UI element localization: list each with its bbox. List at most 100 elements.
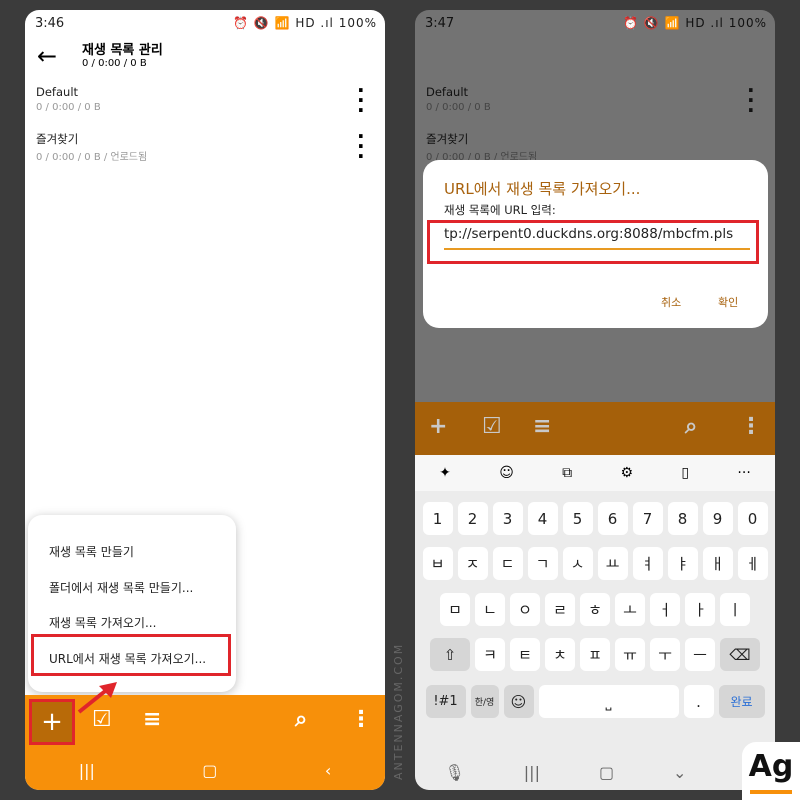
more-vert-icon[interactable]: · · · xyxy=(357,126,365,166)
key[interactable]: ㅐ xyxy=(702,547,733,580)
list-item[interactable]: Default 0 / 0:00 / 0 B · · · xyxy=(415,80,775,125)
dialog-title: URL에서 재생 목록 가져오기... xyxy=(444,180,641,198)
item-sub: 0 / 0:00 / 0 B xyxy=(426,102,491,113)
key[interactable]: ㅕ xyxy=(632,547,663,580)
key[interactable]: 7 xyxy=(632,502,663,535)
item-name: Default xyxy=(426,85,469,99)
keyboard-toolbar: ✦ ☺ ⧉ ⚙ ▯ ··· xyxy=(415,455,775,491)
key[interactable]: 1 xyxy=(422,502,453,535)
search-icon[interactable]: ⌕ xyxy=(685,414,697,439)
key[interactable]: ㅎ xyxy=(580,593,610,626)
key[interactable]: 0 xyxy=(737,502,768,535)
nav-bar: ||| ▢ ‹ xyxy=(25,750,385,790)
page-title: 재생 목록 관리 xyxy=(82,43,163,58)
menu-item[interactable]: 폴더에서 재생 목록 만들기... xyxy=(49,579,193,596)
more-vert-icon[interactable]: ⋮ xyxy=(740,414,762,439)
more-icon[interactable]: ··· xyxy=(737,465,750,481)
key[interactable]: ㅈ xyxy=(457,547,488,580)
space-key[interactable]: ⎵ xyxy=(538,685,679,718)
search-icon[interactable]: ⌕ xyxy=(295,707,307,732)
key[interactable]: 9 xyxy=(702,502,733,535)
key[interactable]: 2 xyxy=(457,502,488,535)
more-vert-icon[interactable]: · · · xyxy=(357,80,365,120)
item-sub: 0 / 0:00 / 0 B / 언로드됨 xyxy=(36,152,148,163)
shift-key[interactable]: ⇧ xyxy=(430,638,470,671)
emoji-key[interactable]: ☺ xyxy=(503,685,534,718)
hide-keyboard-icon[interactable]: ⌄ xyxy=(673,763,686,782)
keyboard: ✦ ☺ ⧉ ⚙ ▯ ··· 1234567890 ㅂㅈㄷㄱㅅㅛㅕㅑㅐㅔ ㅁㄴㅇㄹㅎㅗㅓㅏㅣ… xyxy=(415,455,775,790)
more-vert-icon[interactable]: ⋮ xyxy=(350,707,372,732)
key[interactable]: 3 xyxy=(492,502,523,535)
recents-icon[interactable]: ||| xyxy=(524,763,540,782)
backspace-key[interactable]: ⌫ xyxy=(720,638,760,671)
arrow-annotation xyxy=(77,682,117,714)
key[interactable]: ㅔ xyxy=(737,547,768,580)
dialog-label: 재생 목록에 URL 입력: xyxy=(444,203,556,217)
mic-icon[interactable]: 🎙 xyxy=(444,763,464,782)
key[interactable]: ㅣ xyxy=(720,593,750,626)
time: 3:46 xyxy=(35,15,65,31)
status-icons: ⏰ 🔇 📶 HD .ıl 100% xyxy=(623,16,767,30)
language-key[interactable]: 한/영 xyxy=(470,685,499,718)
key[interactable]: ㄹ xyxy=(545,593,575,626)
highlight-box xyxy=(31,634,231,676)
key[interactable]: ㅊ xyxy=(545,638,575,671)
status-bar: 3:46 ⏰ 🔇 📶 HD .ıl 100% xyxy=(25,10,385,36)
back-arrow-icon[interactable]: ← xyxy=(37,42,57,70)
key[interactable]: ㄱ xyxy=(527,547,558,580)
home-icon[interactable]: ▢ xyxy=(202,761,217,780)
key[interactable]: 4 xyxy=(527,502,558,535)
list-item[interactable]: Default 0 / 0:00 / 0 B · · · xyxy=(25,80,385,125)
key[interactable]: ㅑ xyxy=(667,547,698,580)
key[interactable]: 5 xyxy=(562,502,593,535)
sort-icon[interactable]: ≡ xyxy=(533,414,551,439)
symbols-key[interactable]: !#1 xyxy=(425,685,466,718)
bottom-toolbar: + ☑ ≡ ⌕ ⋮ xyxy=(415,402,775,455)
key[interactable]: ㅛ xyxy=(597,547,628,580)
key[interactable]: 6 xyxy=(597,502,628,535)
key[interactable]: ㅠ xyxy=(615,638,645,671)
key[interactable]: ㅏ xyxy=(685,593,715,626)
home-icon[interactable]: ▢ xyxy=(599,763,614,782)
key[interactable]: ㄴ xyxy=(475,593,505,626)
back-icon[interactable]: ‹ xyxy=(325,761,331,780)
key[interactable]: ㅅ xyxy=(562,547,593,580)
menu-item[interactable]: 재생 목록 만들기 xyxy=(49,543,134,560)
status-bar: 3:47 ⏰ 🔇 📶 HD .ıl 100% xyxy=(415,10,775,36)
item-name: 즐겨찾기 xyxy=(36,132,79,146)
key[interactable]: ㅌ xyxy=(510,638,540,671)
settings-icon[interactable]: ⚙ xyxy=(620,465,633,481)
more-vert-icon[interactable]: · · · xyxy=(747,80,755,120)
period-key[interactable]: . xyxy=(683,685,714,718)
right-phone-screen: 3:47 ⏰ 🔇 📶 HD .ıl 100% Default 0 / 0:00 / … xyxy=(415,10,775,790)
checklist-icon[interactable]: ☑ xyxy=(482,414,502,439)
nav-bar: 🎙 ||| ▢ ⌄ xyxy=(415,755,775,790)
key[interactable]: ㅗ xyxy=(615,593,645,626)
left-phone-screen: 3:46 ⏰ 🔇 📶 HD .ıl 100% ← 재생 목록 관리 0 / 0:0… xyxy=(25,10,385,790)
translate-icon[interactable]: ⧉ xyxy=(562,465,572,481)
key[interactable]: ㅡ xyxy=(685,638,715,671)
key[interactable]: ㅁ xyxy=(440,593,470,626)
ai-sparkle-icon[interactable]: ✦ xyxy=(439,465,451,481)
menu-item[interactable]: 재생 목록 가져오기... xyxy=(49,614,156,631)
sort-icon[interactable]: ≡ xyxy=(143,707,161,732)
key[interactable]: ㅋ xyxy=(475,638,505,671)
item-name: Default xyxy=(36,85,79,99)
highlight-box xyxy=(29,699,75,745)
key[interactable]: ㅓ xyxy=(650,593,680,626)
cancel-button[interactable]: 취소 xyxy=(661,294,681,310)
key[interactable]: ㅇ xyxy=(510,593,540,626)
key[interactable]: ㅜ xyxy=(650,638,680,671)
done-key[interactable]: 완료 xyxy=(718,685,765,718)
recents-icon[interactable]: ||| xyxy=(79,761,95,780)
key[interactable]: ㅂ xyxy=(422,547,453,580)
add-icon[interactable]: + xyxy=(429,414,447,439)
list-item[interactable]: 즐겨찾기 0 / 0:00 / 0 B / 언로드됨 · · · xyxy=(25,126,385,171)
ok-button[interactable]: 확인 xyxy=(718,294,738,310)
key[interactable]: ㄷ xyxy=(492,547,523,580)
clipboard-icon[interactable]: ▯ xyxy=(681,465,689,481)
key[interactable]: 8 xyxy=(667,502,698,535)
emoji-icon[interactable]: ☺ xyxy=(499,465,514,481)
key[interactable]: ㅍ xyxy=(580,638,610,671)
time: 3:47 xyxy=(425,15,455,31)
